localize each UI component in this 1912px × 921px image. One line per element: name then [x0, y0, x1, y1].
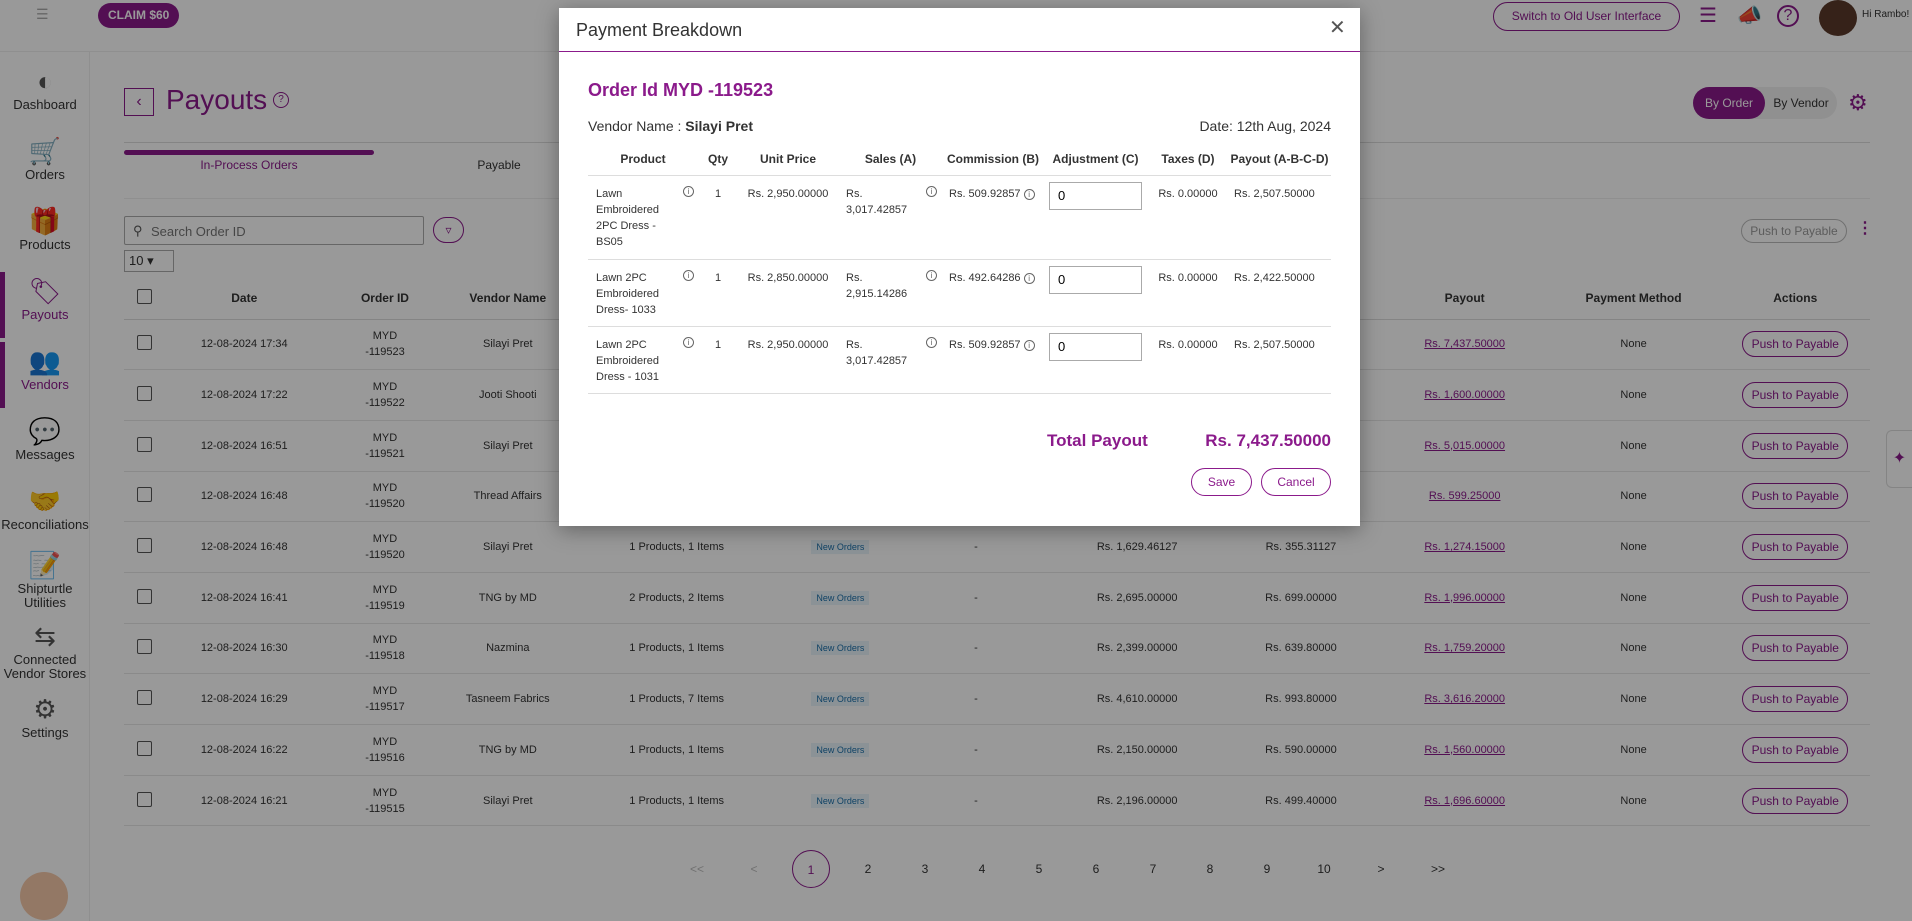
info-icon[interactable]: i — [926, 336, 937, 348]
info-icon[interactable]: i — [683, 336, 694, 348]
column-header: Adjustment (C) — [1043, 144, 1148, 176]
save-button[interactable]: Save — [1191, 468, 1252, 496]
breakdown-table: Product Qty Unit Price Sales (A) Commiss… — [588, 144, 1331, 394]
breakdown-row: Lawn 2PC Embroidered Dress - 1031 i 1 Rs. 2… — [588, 326, 1331, 394]
vendor-name: Silayi Pret — [685, 118, 753, 134]
column-header: Taxes (D) — [1148, 144, 1228, 176]
info-icon[interactable]: i — [1023, 272, 1035, 284]
sales-amount: Rs. 2,915.14286 — [846, 271, 908, 300]
taxes-amount: Rs. 0.00000 — [1148, 326, 1228, 394]
commission-amount: Rs. 509.92857 — [949, 338, 1021, 351]
adjustment-cell — [1043, 175, 1148, 260]
adjustment-input[interactable] — [1049, 332, 1142, 361]
commission-amount: Rs. 492.64286 — [949, 271, 1021, 284]
unit-price: Rs. 2,950.00000 — [738, 326, 838, 394]
total-payout-value: Rs. 7,437.50000 — [1205, 431, 1331, 450]
taxes-amount: Rs. 0.00000 — [1148, 259, 1228, 327]
adjustment-input[interactable] — [1049, 181, 1142, 210]
unit-price: Rs. 2,950.00000 — [738, 175, 838, 260]
column-header: Payout (A-B-C-D) — [1228, 144, 1331, 176]
product-name: Lawn Embroidered 2PC Dress - BS05 — [596, 187, 659, 248]
dialog-title: Payment Breakdown — [576, 20, 743, 40]
total-payout-label: Total Payout — [1047, 431, 1148, 450]
adjustment-input[interactable] — [1049, 265, 1142, 294]
info-icon[interactable]: i — [683, 269, 694, 281]
breakdown-row: Lawn Embroidered 2PC Dress - BS05 i 1 Rs. 2… — [588, 175, 1331, 260]
product-cell: Lawn Embroidered 2PC Dress - BS05 i — [588, 175, 698, 260]
qty: 1 — [698, 175, 738, 260]
column-header: Unit Price — [738, 144, 838, 176]
payout-amount: Rs. 2,507.50000 — [1228, 175, 1331, 260]
cancel-button[interactable]: Cancel — [1261, 468, 1331, 496]
product-name: Lawn 2PC Embroidered Dress - 1031 — [596, 338, 659, 383]
column-header: Qty — [698, 144, 738, 176]
order-heading: Order Id MYD -119523 — [588, 80, 774, 100]
adjustment-cell — [1043, 326, 1148, 394]
sales-cell: Rs. 2,915.14286 i — [838, 259, 943, 327]
column-header: Sales (A) — [838, 144, 943, 176]
commission-cell: Rs. 509.92857 i — [943, 175, 1043, 260]
column-header: Product — [588, 144, 698, 176]
sales-cell: Rs. 3,017.42857 i — [838, 175, 943, 260]
info-icon[interactable]: i — [1023, 339, 1035, 351]
commission-cell: Rs. 509.92857 i — [943, 326, 1043, 394]
qty: 1 — [698, 259, 738, 327]
commission-amount: Rs. 509.92857 — [949, 187, 1021, 200]
qty: 1 — [698, 326, 738, 394]
dialog-header: Payment Breakdown ✕ — [559, 8, 1360, 52]
product-cell: Lawn 2PC Embroidered Dress - 1031 i — [588, 326, 698, 394]
commission-cell: Rs. 492.64286 i — [943, 259, 1043, 327]
info-icon[interactable]: i — [1023, 188, 1035, 200]
table-header-row: Product Qty Unit Price Sales (A) Commiss… — [588, 144, 1331, 176]
breakdown-row: Lawn 2PC Embroidered Dress- 1033 i 1 Rs. 2,… — [588, 259, 1331, 327]
column-header: Commission (B) — [943, 144, 1043, 176]
product-cell: Lawn 2PC Embroidered Dress- 1033 i — [588, 259, 698, 327]
sales-amount: Rs. 3,017.42857 — [846, 187, 908, 216]
taxes-amount: Rs. 0.00000 — [1148, 175, 1228, 260]
payment-breakdown-dialog: Payment Breakdown ✕ Order Id MYD -119523… — [559, 8, 1360, 526]
order-date: Date: 12th Aug, 2024 — [1199, 118, 1331, 134]
sales-cell: Rs. 3,017.42857 i — [838, 326, 943, 394]
payout-amount: Rs. 2,507.50000 — [1228, 326, 1331, 394]
sales-amount: Rs. 3,017.42857 — [846, 338, 908, 367]
adjustment-cell — [1043, 259, 1148, 327]
close-icon[interactable]: ✕ — [1329, 18, 1346, 38]
product-name: Lawn 2PC Embroidered Dress- 1033 — [596, 271, 659, 316]
unit-price: Rs. 2,850.00000 — [738, 259, 838, 327]
info-icon[interactable]: i — [926, 269, 937, 281]
info-icon[interactable]: i — [926, 185, 937, 197]
vendor-label: Vendor Name : — [588, 118, 686, 134]
info-icon[interactable]: i — [683, 185, 694, 197]
vendor-line: Vendor Name : Silayi Pret — [588, 118, 753, 134]
payout-amount: Rs. 2,422.50000 — [1228, 259, 1331, 327]
